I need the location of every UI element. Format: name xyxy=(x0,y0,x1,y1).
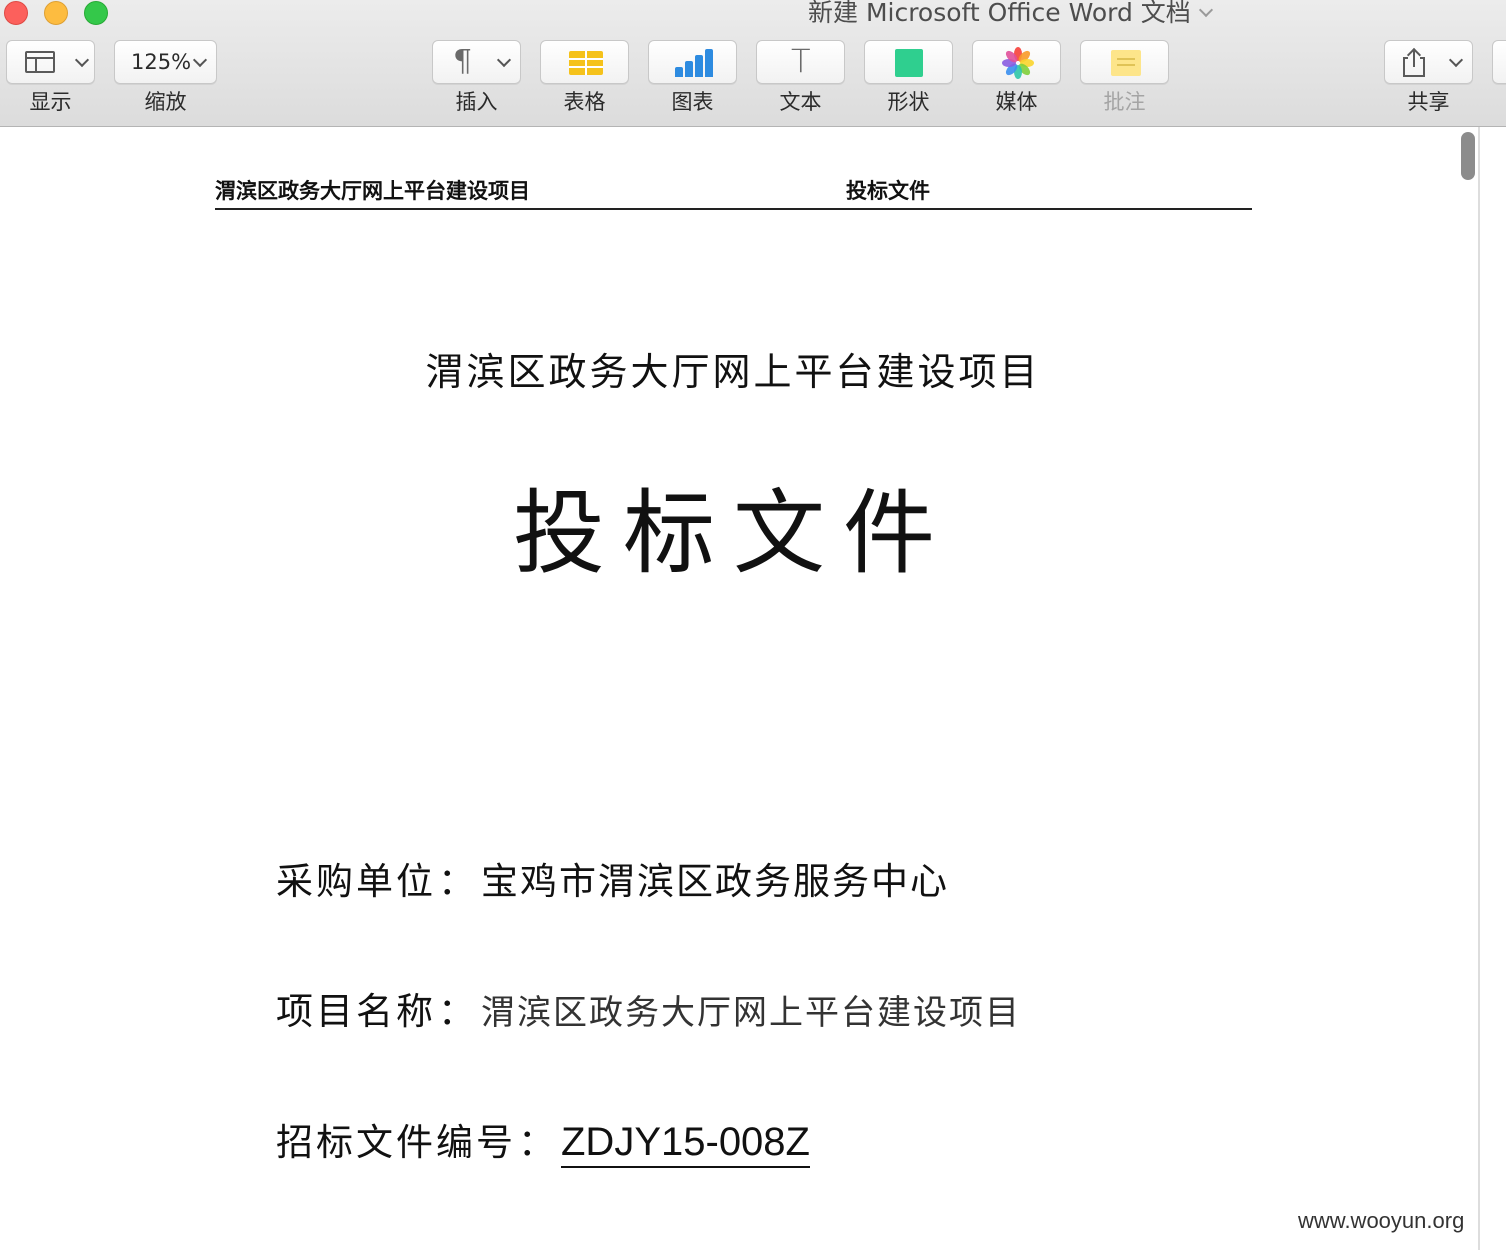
share-label: 共享 xyxy=(1407,90,1450,114)
window-title-text: 新建 Microsoft Office Word 文档 xyxy=(808,0,1191,27)
chart-button[interactable] xyxy=(648,40,737,84)
minimize-window-button[interactable] xyxy=(44,1,68,25)
maximize-window-button[interactable] xyxy=(84,1,108,25)
field-label: 招标文件编号 xyxy=(276,1121,516,1164)
toolbar: 新建 Microsoft Office Word 文档 显示 125% 缩放 ¶… xyxy=(0,0,1506,127)
text-icon: T xyxy=(791,42,811,80)
scrollbar-track[interactable] xyxy=(1478,127,1506,1250)
document-canvas[interactable] xyxy=(0,127,1478,1250)
media-label: 媒体 xyxy=(995,90,1038,114)
header-divider xyxy=(215,208,1252,210)
paragraph-icon: ¶ xyxy=(453,44,473,79)
share-icon xyxy=(1401,47,1427,79)
field-label: 采购单位 xyxy=(276,860,436,903)
text-label: 文本 xyxy=(779,90,822,114)
overflow-button[interactable] xyxy=(1492,40,1506,84)
chart-icon xyxy=(675,49,715,77)
zoom-label: 缩放 xyxy=(144,90,187,114)
chevron-down-icon xyxy=(192,52,208,68)
field-colon: ： xyxy=(438,860,475,903)
chart-label: 图表 xyxy=(671,90,714,114)
text-button[interactable]: T xyxy=(756,40,845,84)
comment-icon xyxy=(1111,50,1141,76)
chevron-down-icon xyxy=(496,52,512,68)
view-icon xyxy=(25,51,55,73)
window-title[interactable]: 新建 Microsoft Office Word 文档 xyxy=(808,0,1213,30)
shape-icon xyxy=(895,49,923,77)
media-button[interactable] xyxy=(972,40,1061,84)
photos-icon xyxy=(1002,47,1034,79)
zoom-button[interactable]: 125% xyxy=(114,40,217,84)
page-header-right: 投标文件 xyxy=(846,179,930,203)
chevron-down-icon xyxy=(1198,2,1213,18)
field-colon: ： xyxy=(518,1121,555,1164)
document-title: 渭滨区政务大厅网上平台建设项目 xyxy=(425,350,1041,394)
zoom-value: 125% xyxy=(131,50,192,74)
field-project-name: 项目名称： 渭滨区政务大厅网上平台建设项目 xyxy=(276,984,1021,1047)
field-tender-number: 招标文件编号： ZDJY15-008Z xyxy=(276,1114,810,1178)
view-label: 显示 xyxy=(29,90,72,114)
insert-button[interactable]: ¶ xyxy=(432,40,521,84)
close-window-button[interactable] xyxy=(4,1,28,25)
watermark: www.wooyun.org xyxy=(1298,1208,1465,1233)
shape-label: 形状 xyxy=(887,90,930,114)
insert-label: 插入 xyxy=(455,90,498,114)
table-label: 表格 xyxy=(563,90,606,114)
share-button[interactable] xyxy=(1384,40,1473,84)
comment-label: 批注 xyxy=(1103,90,1146,114)
field-label: 项目名称 xyxy=(276,990,436,1033)
field-purchaser: 采购单位： 宝鸡市渭滨区政务服务中心 xyxy=(276,854,949,917)
table-icon xyxy=(569,51,603,75)
comment-button[interactable] xyxy=(1080,40,1169,84)
field-value: 宝鸡市渭滨区政务服务中心 xyxy=(481,860,949,903)
chevron-down-icon xyxy=(74,52,90,68)
field-value: ZDJY15-008Z xyxy=(561,1120,810,1168)
chevron-down-icon xyxy=(1448,52,1464,68)
document-main-title: 投标文件 xyxy=(512,480,953,587)
field-colon: ： xyxy=(438,990,475,1033)
pages-window: 新建 Microsoft Office Word 文档 显示 125% 缩放 ¶… xyxy=(0,0,1506,1250)
field-value: 渭滨区政务大厅网上平台建设项目 xyxy=(481,993,1021,1033)
shape-button[interactable] xyxy=(864,40,953,84)
view-button[interactable] xyxy=(6,40,95,84)
table-button[interactable] xyxy=(540,40,629,84)
page-header-left: 渭滨区政务大厅网上平台建设项目 xyxy=(215,179,530,203)
scrollbar-thumb[interactable] xyxy=(1461,132,1475,180)
